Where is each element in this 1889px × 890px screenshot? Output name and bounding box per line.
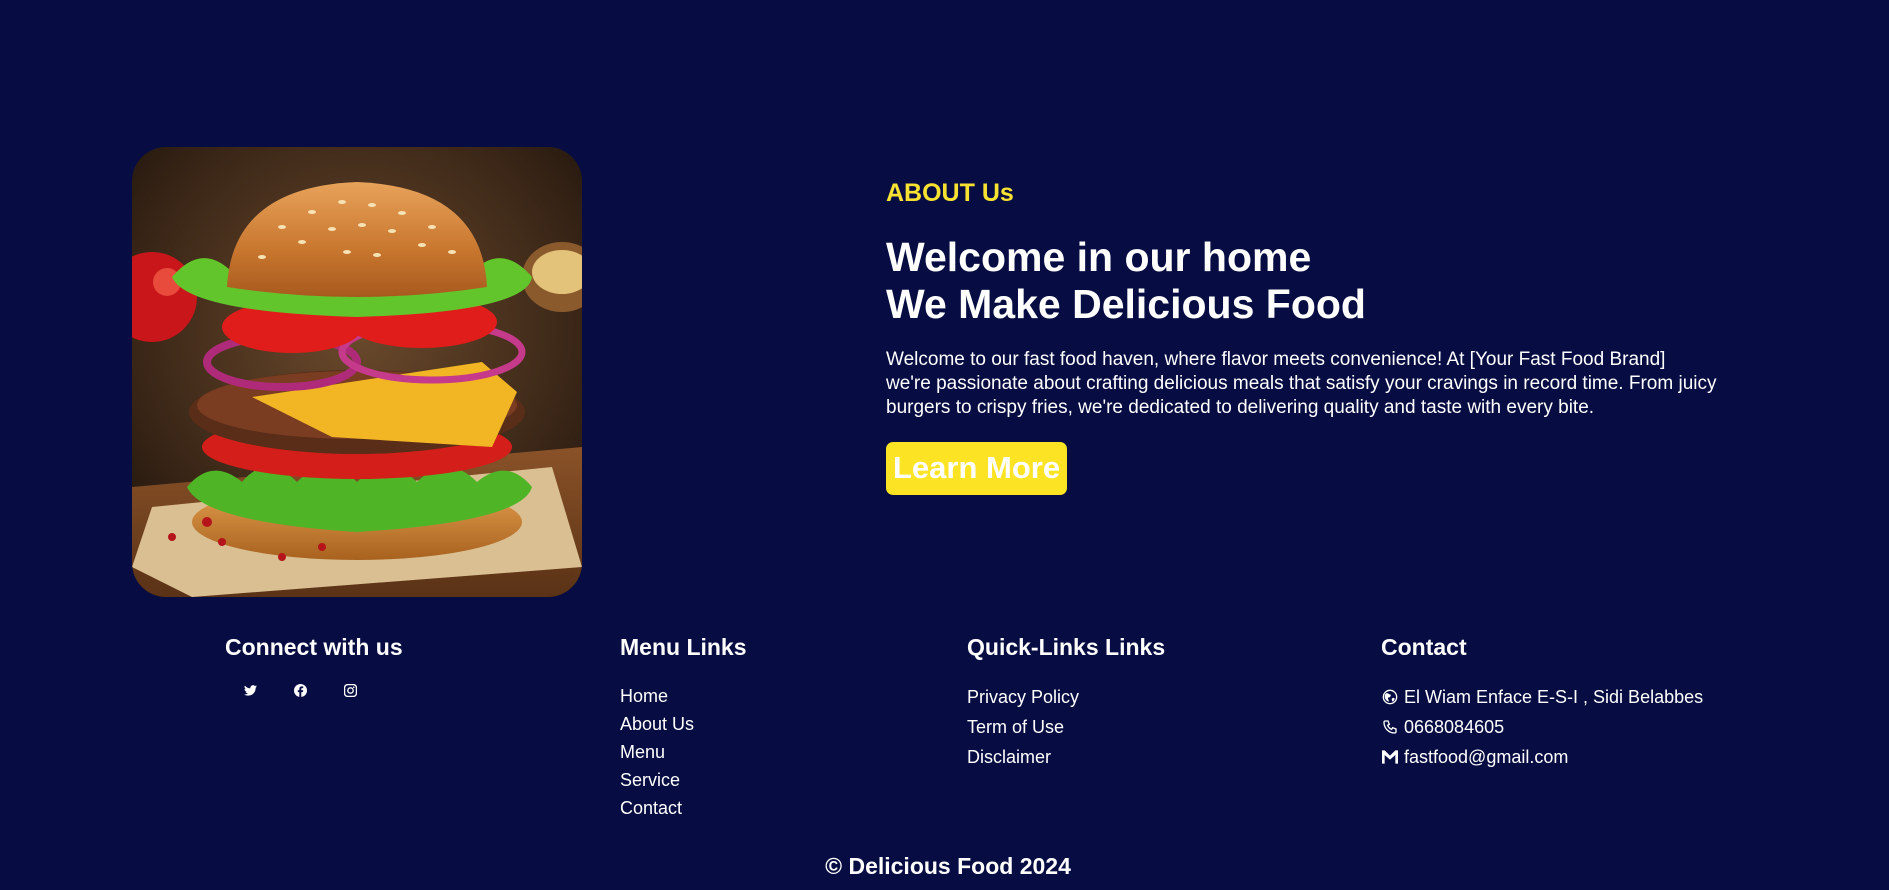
contact-phone: 0668084605 <box>1381 712 1703 742</box>
page: ABOUT Us Welcome in our home We Make Del… <box>0 0 1889 890</box>
quick-links-list: Privacy Policy Term of Use Disclaimer <box>967 682 1165 772</box>
social-links <box>242 682 403 698</box>
footer-contact: Contact El Wiam Enface E-S-I , Sidi Bela… <box>1381 630 1703 772</box>
menu-link-home[interactable]: Home <box>620 682 747 710</box>
globe-icon <box>1381 689 1398 706</box>
menu-link-about-us[interactable]: About Us <box>620 710 747 738</box>
contact-list: El Wiam Enface E-S-I , Sidi Belabbes 066… <box>1381 682 1703 772</box>
burger-image <box>132 147 582 597</box>
copyright: © Delicious Food 2024 <box>825 853 1071 879</box>
about-section: ABOUT Us Welcome in our home We Make Del… <box>886 176 1786 495</box>
menu-link-service[interactable]: Service <box>620 766 747 794</box>
mail-icon <box>1381 749 1398 766</box>
about-description-line1: Welcome to our fast food haven, where fl… <box>886 349 1666 370</box>
phone-icon <box>1381 719 1398 736</box>
instagram-icon[interactable] <box>342 682 358 698</box>
facebook-icon[interactable] <box>292 682 308 698</box>
footer-connect: Connect with us <box>225 630 403 698</box>
contact-email: fastfood@gmail.com <box>1381 742 1703 772</box>
menu-links-heading: Menu Links <box>620 634 747 660</box>
about-title-line1: Welcome in our home <box>886 234 1312 280</box>
menu-link-menu[interactable]: Menu <box>620 738 747 766</box>
about-title: Welcome in our home We Make Delicious Fo… <box>886 234 1786 328</box>
twitter-icon[interactable] <box>242 682 258 698</box>
about-description-line2: we're passionate about crafting deliciou… <box>886 373 1717 394</box>
about-kicker: ABOUT Us <box>886 179 1014 207</box>
contact-phone-text: 0668084605 <box>1404 717 1505 737</box>
about-description: Welcome to our fast food haven, where fl… <box>886 348 1776 420</box>
menu-links-list: Home About Us Menu Service Contact <box>620 682 747 822</box>
about-description-line3: burgers to crispy fries, we're dedicated… <box>886 397 1595 418</box>
footer-quick-links: Quick-Links Links Privacy Policy Term of… <box>967 630 1165 772</box>
contact-address-text: El Wiam Enface E-S-I , Sidi Belabbes <box>1404 687 1704 707</box>
quick-link-term-of-use[interactable]: Term of Use <box>967 712 1165 742</box>
quick-link-disclaimer[interactable]: Disclaimer <box>967 742 1165 772</box>
contact-email-text: fastfood@gmail.com <box>1404 747 1569 767</box>
footer-menu-links: Menu Links Home About Us Menu Service Co… <box>620 630 747 822</box>
contact-address: El Wiam Enface E-S-I , Sidi Belabbes <box>1381 682 1703 712</box>
quick-link-privacy-policy[interactable]: Privacy Policy <box>967 682 1165 712</box>
learn-more-button[interactable]: Learn More <box>886 442 1068 495</box>
menu-link-contact[interactable]: Contact <box>620 794 747 822</box>
contact-heading: Contact <box>1381 634 1467 660</box>
quick-links-heading: Quick-Links Links <box>967 634 1166 660</box>
connect-heading: Connect with us <box>225 634 403 660</box>
about-title-line2: We Make Delicious Food <box>886 281 1366 327</box>
